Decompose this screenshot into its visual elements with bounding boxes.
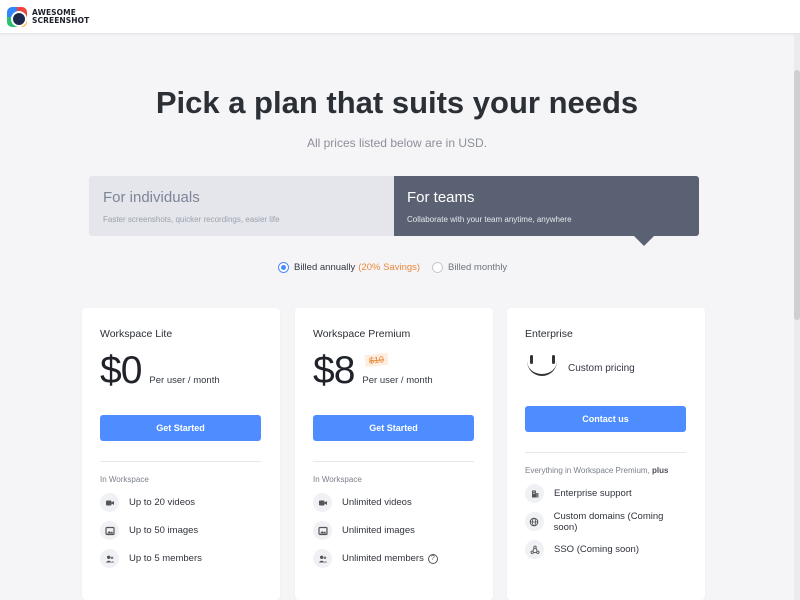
- custom-pricing-label: Custom pricing: [568, 362, 635, 374]
- app-logo-icon: [7, 7, 27, 27]
- feature-text: Unlimited images: [342, 525, 415, 536]
- divider: [525, 452, 686, 453]
- divider: [100, 461, 261, 462]
- feature-group-label: In Workspace: [313, 475, 362, 484]
- selected-tab-pointer-icon: [634, 236, 654, 246]
- feature-text: Unlimited videos: [342, 497, 412, 508]
- plan-card-workspace-lite: Workspace Lite $0 Per user / month Get S…: [82, 308, 280, 600]
- top-bar: AWESOME SCREENSHOT: [0, 0, 800, 34]
- get-started-button[interactable]: Get Started: [100, 415, 261, 441]
- plan-card-enterprise: Enterprise Custom pricing Contact us Eve…: [507, 308, 705, 600]
- scrollbar-thumb[interactable]: [794, 70, 800, 320]
- billed-annually-radio[interactable]: [278, 262, 289, 273]
- price-unit: Per user / month: [362, 375, 433, 386]
- plan-card-workspace-premium: Workspace Premium $10 $8 Per user / mont…: [295, 308, 493, 600]
- feature-item: Up to 20 videos: [100, 493, 262, 512]
- scrollbar[interactable]: [794, 34, 800, 600]
- globe-icon: [525, 512, 544, 531]
- price-unit: Per user / month: [149, 375, 220, 386]
- audience-toggle: For individuals Faster screenshots, quic…: [89, 176, 699, 246]
- tab-for-teams[interactable]: For teams Collaborate with your team any…: [394, 176, 699, 246]
- get-started-button[interactable]: Get Started: [313, 415, 474, 441]
- feature-group-label: Everything in Workspace Premium, plus: [525, 466, 687, 475]
- logo-text: AWESOME SCREENSHOT: [32, 9, 102, 25]
- smiley-icon: [525, 351, 561, 387]
- feature-item: Up to 5 members: [100, 549, 262, 568]
- feature-text: Up to 5 members: [129, 553, 202, 564]
- tab-for-individuals[interactable]: For individuals Faster screenshots, quic…: [89, 176, 394, 236]
- plan-price: $0: [100, 349, 142, 392]
- billed-annually-label[interactable]: Billed annually: [294, 262, 355, 273]
- building-icon: [525, 484, 544, 503]
- sso-icon: [525, 540, 544, 559]
- page-subtitle: All prices listed below are in USD.: [306, 136, 488, 150]
- feature-item: Unlimited images: [313, 521, 475, 540]
- image-icon: [100, 521, 119, 540]
- members-icon: [100, 549, 119, 568]
- plan-name: Workspace Premium: [313, 328, 411, 340]
- plan-price: $8: [313, 349, 355, 392]
- feature-text: Unlimited members: [342, 553, 424, 564]
- plan-name: Enterprise: [525, 328, 573, 340]
- divider: [313, 461, 474, 462]
- page-title: Pick a plan that suits your needs: [155, 85, 639, 120]
- feature-item: SSO (Coming soon): [525, 540, 687, 559]
- feature-item: Custom domains (Coming soon): [525, 510, 687, 533]
- group-label-text: Everything in Workspace Premium,: [525, 466, 650, 475]
- feature-group-label: In Workspace: [100, 475, 149, 484]
- image-icon: [313, 521, 332, 540]
- feature-text: SSO (Coming soon): [554, 544, 640, 555]
- video-icon: [313, 493, 332, 512]
- contact-us-button[interactable]: Contact us: [525, 406, 686, 432]
- feature-item: Up to 50 images: [100, 521, 262, 540]
- video-icon: [100, 493, 119, 512]
- plan-name: Workspace Lite: [100, 328, 173, 340]
- feature-item: Unlimited videos: [313, 493, 475, 512]
- feature-text: Custom domains (Coming soon): [553, 510, 664, 533]
- tab-title: For teams: [407, 189, 475, 206]
- logo[interactable]: AWESOME SCREENSHOT: [7, 7, 102, 27]
- tab-title: For individuals: [103, 189, 200, 206]
- members-icon: [313, 549, 332, 568]
- feature-text: Up to 50 images: [129, 525, 199, 536]
- feature-text: Up to 20 videos: [129, 497, 196, 508]
- feature-item: Enterprise support: [525, 484, 687, 503]
- billed-monthly-radio[interactable]: [432, 262, 444, 273]
- tab-description: Faster screenshots, quicker recordings, …: [103, 215, 280, 224]
- savings-badge: (20% Savings): [358, 262, 421, 273]
- group-label-emphasis: plus: [652, 466, 669, 475]
- help-icon[interactable]: ?: [427, 553, 438, 564]
- billed-monthly-label[interactable]: Billed monthly: [448, 262, 507, 273]
- original-price: $10: [364, 352, 389, 368]
- billing-period-selector: Billed annually (20% Savings) Billed mon…: [278, 262, 507, 273]
- feature-item: Unlimited members ?: [313, 549, 475, 568]
- logo-line-2: SCREENSHOT: [32, 16, 90, 25]
- tab-description: Collaborate with your team anytime, anyw…: [407, 215, 572, 224]
- feature-text: Enterprise support: [554, 488, 632, 499]
